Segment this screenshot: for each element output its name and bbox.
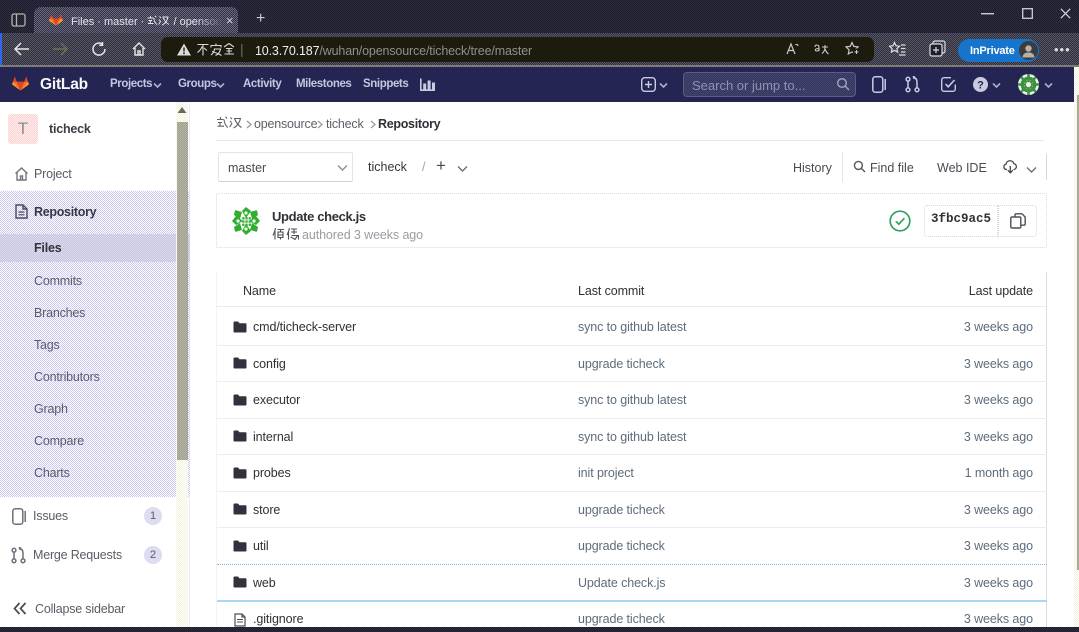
svg-text:?: ? — [977, 79, 984, 91]
